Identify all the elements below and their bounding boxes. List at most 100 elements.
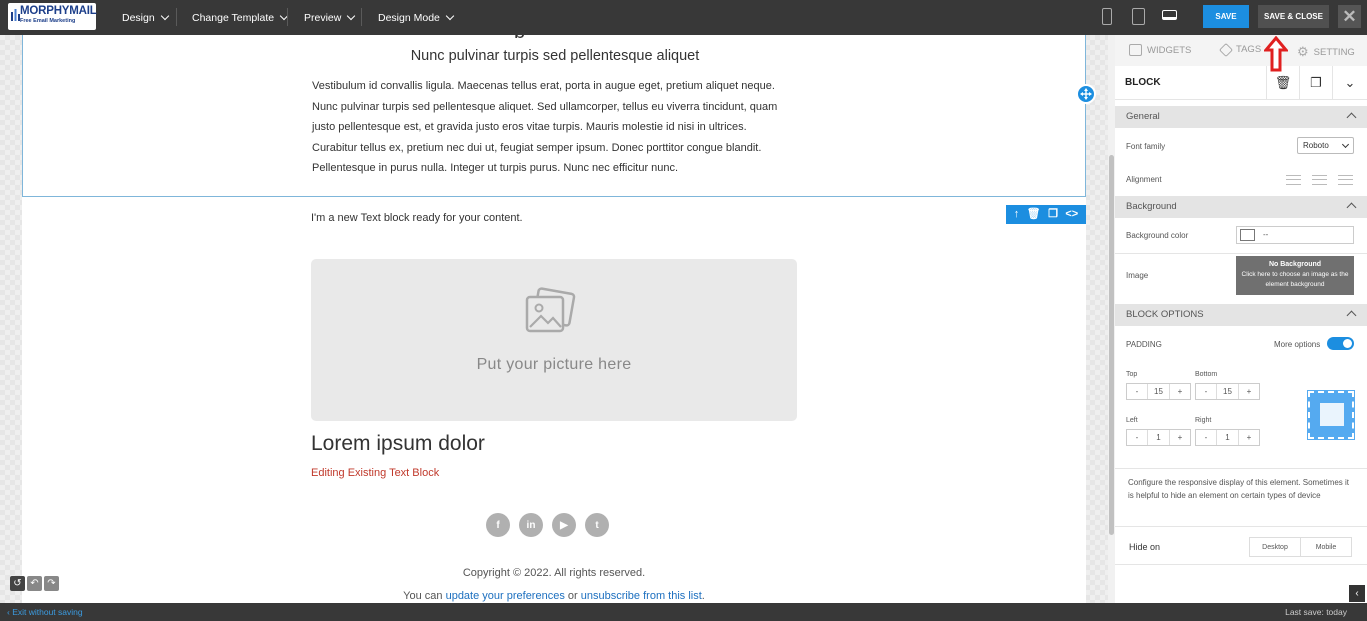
paragraph-line: Nunc pulvinar turpis sed pellentesque al… <box>312 100 778 113</box>
block-header: BLOCK 🗑 ❐ ⌄ <box>1115 66 1367 100</box>
hide-on-label: Hide on <box>1129 542 1161 552</box>
selected-text-block[interactable]: p Nunc pulvinar turpis sed pellentesque … <box>22 35 1086 197</box>
padding-bottom-value[interactable]: 15 <box>1216 384 1239 399</box>
menu-change-template[interactable]: Change Template <box>192 0 289 35</box>
update-preferences-link[interactable]: update your preferences <box>446 590 565 602</box>
morphymail-logo[interactable]: MORPHYMAIL Free Email Marketing <box>8 3 97 30</box>
youtube-icon[interactable]: ▶ <box>552 513 576 537</box>
menu-design-mode-label: Design Mode <box>378 11 440 24</box>
editing-text-block[interactable]: Editing Existing Text Block <box>311 467 439 479</box>
linkedin-icon[interactable]: in <box>519 513 543 537</box>
increment-button[interactable]: + <box>1170 430 1190 445</box>
tab-widgets[interactable]: WIDGETS <box>1129 44 1191 56</box>
tab-setting[interactable]: ⚙ SETTING <box>1297 44 1355 60</box>
bottom-status-bar: ‹ Exit without saving Last save: today <box>0 603 1367 621</box>
padding-left-stepper[interactable]: -1 + <box>1126 429 1191 446</box>
gear-icon: ⚙ <box>1297 44 1309 59</box>
tablet-icon[interactable] <box>1132 8 1145 25</box>
decrement-button[interactable]: - <box>1127 430 1147 445</box>
properties-panel: WIDGETS TAGS ⚙ SETTING BLOCK 🗑 ❐ ⌄ Genera… <box>1115 35 1367 603</box>
more-options-toggle[interactable] <box>1327 337 1354 350</box>
delete-icon[interactable]: 🗑 <box>1027 209 1041 220</box>
exit-without-saving-link[interactable]: ‹ Exit without saving <box>7 607 83 617</box>
last-save-status: Last save: today <box>1285 607 1347 617</box>
font-family-label: Font family <box>1126 142 1166 151</box>
increment-button[interactable]: + <box>1170 384 1190 399</box>
tab-tags[interactable]: TAGS <box>1218 42 1261 57</box>
history-controls: ↺ ↶ ↷ <box>10 576 59 591</box>
menu-divider <box>287 8 288 26</box>
alignment-label: Alignment <box>1126 175 1162 184</box>
save-and-close-button[interactable]: SAVE & CLOSE <box>1258 5 1329 28</box>
menu-preview[interactable]: Preview <box>304 0 356 35</box>
menu-preview-label: Preview <box>304 11 342 24</box>
divider <box>1115 253 1367 254</box>
twitter-icon[interactable]: t <box>585 513 609 537</box>
scrollbar-thumb[interactable] <box>1109 155 1114 535</box>
image-label: Image <box>1126 271 1149 280</box>
padding-top-stepper[interactable]: -15 + <box>1126 383 1191 400</box>
increment-button[interactable]: + <box>1239 430 1259 445</box>
block-paragraph[interactable]: Vestibulum id convallis ligula. Maecenas… <box>312 76 812 179</box>
chevron-down-icon <box>445 11 455 20</box>
increment-button[interactable]: + <box>1239 384 1259 399</box>
padding-right-value[interactable]: 1 <box>1216 430 1239 445</box>
history-icon[interactable]: ↺ <box>10 576 25 591</box>
hide-on-mobile[interactable]: Mobile <box>1301 538 1351 556</box>
decrement-button[interactable]: - <box>1196 384 1216 399</box>
menu-divider <box>361 8 362 26</box>
chevron-up-icon <box>1346 310 1357 321</box>
paragraph-line: Curabitur tellus ex, pretium nec dui ut,… <box>312 141 762 154</box>
align-center-icon[interactable] <box>1312 175 1327 185</box>
section-block-options[interactable]: BLOCK OPTIONS <box>1115 304 1367 326</box>
mobile-icon[interactable] <box>1102 8 1112 25</box>
cut-off-heading: p <box>514 35 536 38</box>
tag-icon <box>1218 42 1234 57</box>
padding-bottom-stepper[interactable]: -15 + <box>1195 383 1260 400</box>
align-right-icon[interactable] <box>1338 175 1353 185</box>
section-general[interactable]: General <box>1115 106 1367 128</box>
color-swatch[interactable] <box>1240 229 1255 241</box>
unsubscribe-link[interactable]: unsubscribe from this list <box>581 590 702 602</box>
block-subheading[interactable]: Nunc pulvinar turpis sed pellentesque al… <box>23 48 1087 64</box>
widgets-icon <box>1129 44 1142 56</box>
save-button[interactable]: SAVE <box>1203 5 1249 28</box>
align-left-icon[interactable] <box>1286 175 1301 185</box>
padding-right-stepper[interactable]: -1 + <box>1195 429 1260 446</box>
canvas-scrollbar[interactable] <box>1108 35 1115 603</box>
font-family-select[interactable]: Roboto <box>1297 137 1354 154</box>
collapse-panel-button[interactable]: ‹ <box>1349 585 1365 602</box>
prefs-prefix: You can <box>403 590 446 602</box>
content-heading[interactable]: Lorem ipsum dolor <box>311 432 485 456</box>
code-icon[interactable]: <> <box>1065 209 1078 220</box>
desktop-icon[interactable] <box>1162 10 1177 20</box>
prefs-suffix: . <box>701 590 705 602</box>
background-color-picker[interactable]: -- <box>1236 226 1354 244</box>
undo-icon[interactable]: ↶ <box>27 576 42 591</box>
move-up-icon[interactable]: ↑ <box>1014 209 1020 220</box>
duplicate-icon[interactable]: ❐ <box>1048 209 1058 220</box>
hide-on-desktop[interactable]: Desktop <box>1250 538 1301 556</box>
panel-tabs: WIDGETS TAGS ⚙ SETTING <box>1115 35 1367 66</box>
chevron-down-icon <box>1341 140 1350 149</box>
menu-design-mode[interactable]: Design Mode <box>378 0 455 35</box>
close-editor-button[interactable]: ✕ <box>1338 5 1361 28</box>
email-body: p Nunc pulvinar turpis sed pellentesque … <box>22 35 1086 603</box>
section-background[interactable]: Background <box>1115 196 1367 218</box>
image-placeholder[interactable]: Put your picture here <box>311 259 797 421</box>
move-block-handle[interactable] <box>1076 84 1096 104</box>
decrement-button[interactable]: - <box>1196 430 1216 445</box>
new-text-block[interactable]: I'm a new Text block ready for your cont… <box>311 212 523 224</box>
redo-icon[interactable]: ↷ <box>44 576 59 591</box>
padding-top-value[interactable]: 15 <box>1147 384 1170 399</box>
chevron-down-icon[interactable]: ⌄ <box>1332 66 1367 100</box>
choose-background-image-button[interactable]: No Background Click here to choose an ima… <box>1236 256 1354 295</box>
menu-design-label: Design <box>122 11 155 24</box>
prefs-mid: or <box>564 590 581 602</box>
padding-left-value[interactable]: 1 <box>1147 430 1170 445</box>
duplicate-block-icon[interactable]: ❐ <box>1299 66 1332 100</box>
facebook-icon[interactable]: f <box>486 513 510 537</box>
decrement-button[interactable]: - <box>1127 384 1147 399</box>
more-options-label: More options <box>1274 340 1321 349</box>
menu-design[interactable]: Design <box>122 0 169 35</box>
